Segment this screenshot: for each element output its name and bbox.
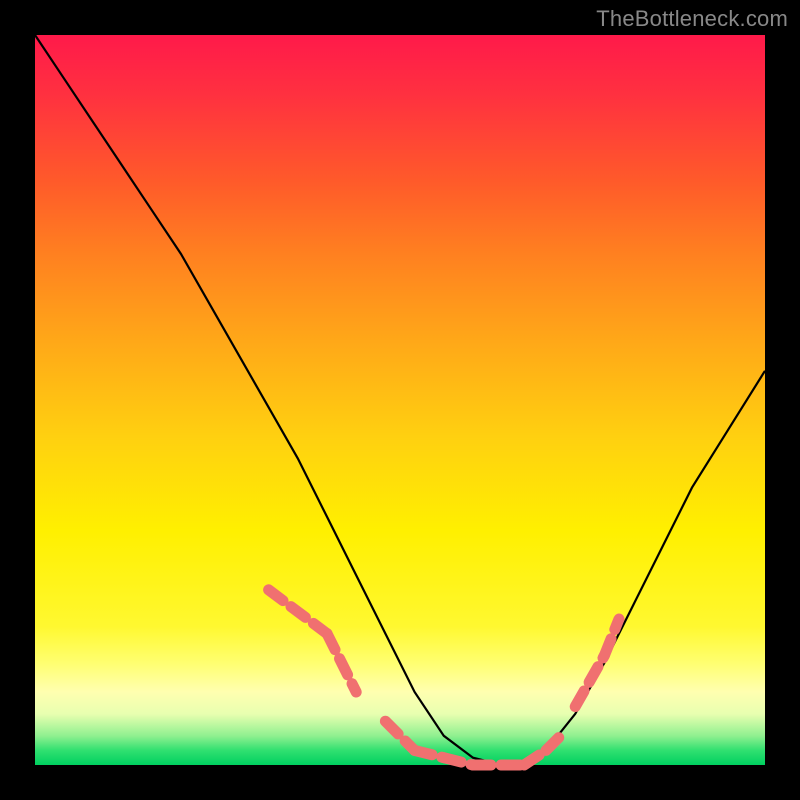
watermark-label: TheBottleneck.com xyxy=(596,6,788,32)
highlight-segment xyxy=(385,721,414,750)
highlight-segment xyxy=(546,736,561,751)
highlight-segment xyxy=(327,634,356,692)
highlight-segment xyxy=(269,590,327,634)
chart-plot-area xyxy=(35,35,765,765)
bottleneck-chart xyxy=(35,35,765,765)
highlight-segment xyxy=(575,656,604,707)
curve-highlight-markers xyxy=(269,590,619,765)
bottleneck-curve-line xyxy=(35,35,765,765)
